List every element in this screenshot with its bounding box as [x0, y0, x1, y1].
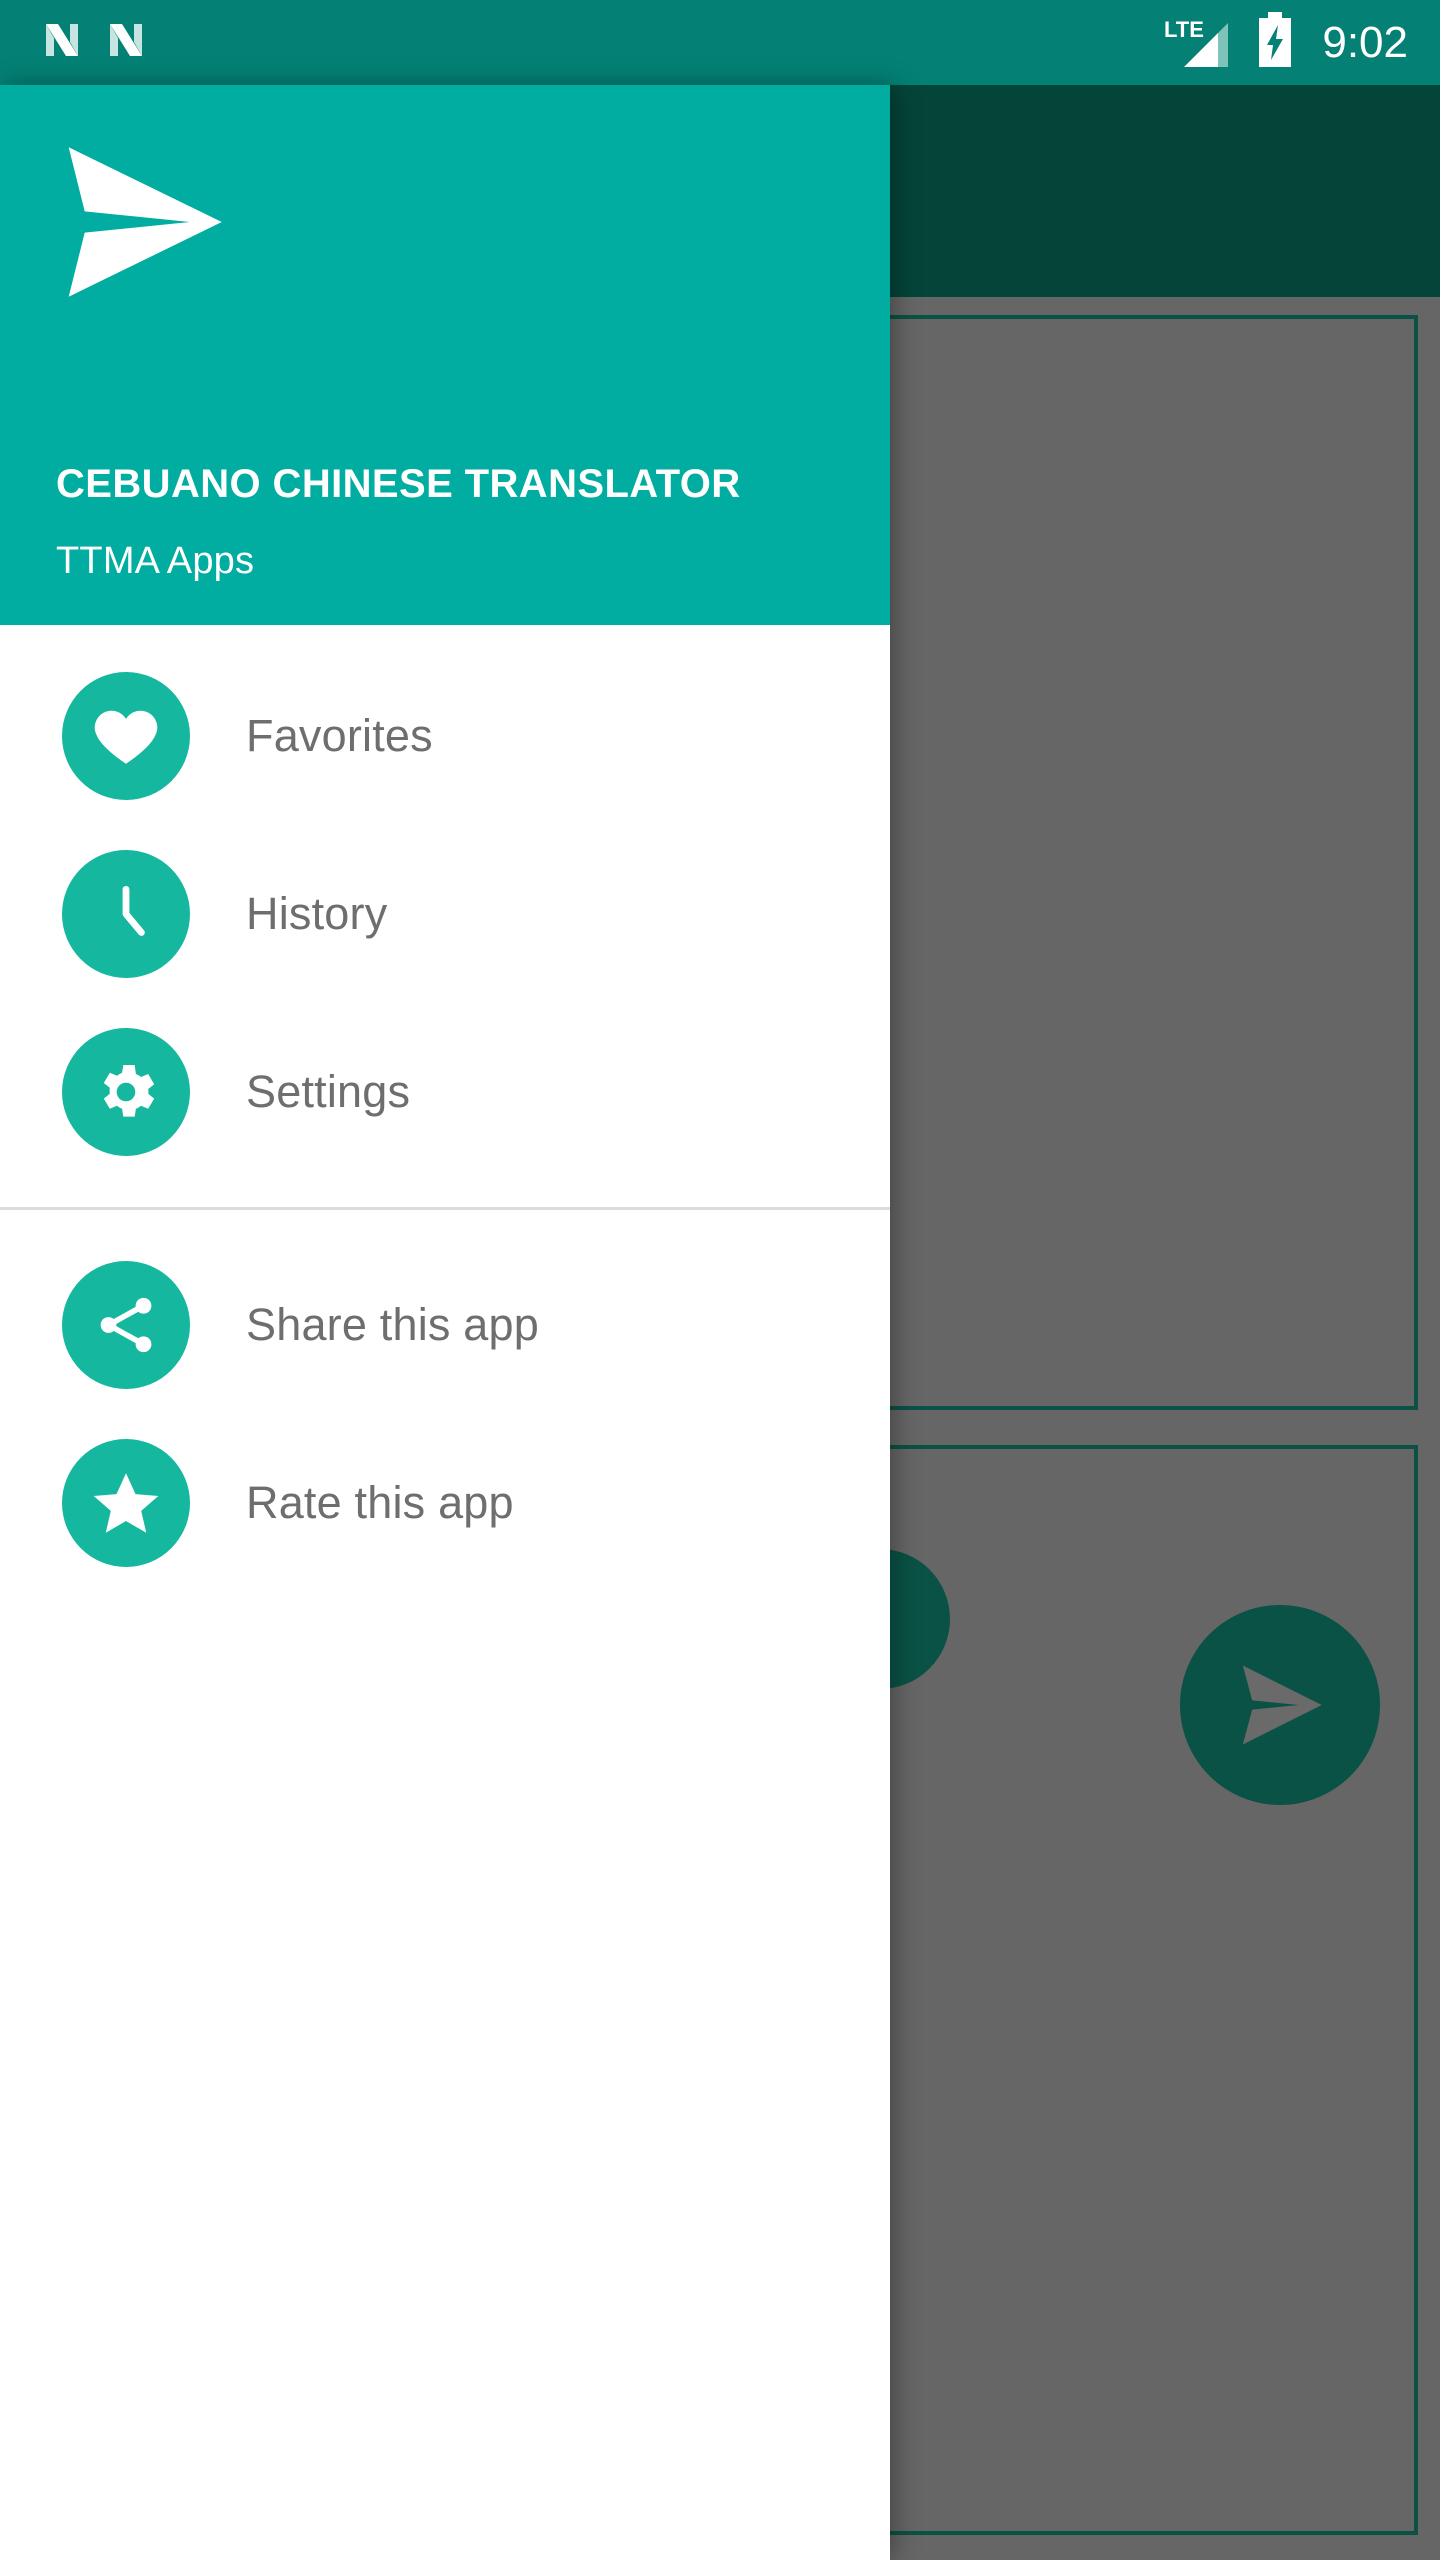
- drawer-item-history[interactable]: History: [0, 825, 890, 1003]
- send-icon: [1222, 1647, 1338, 1763]
- drawer-item-label: Share this app: [246, 1299, 539, 1350]
- signal-bars-icon: LTE: [1162, 15, 1234, 71]
- gear-icon: [62, 1028, 190, 1156]
- send-paper-plane-logo: [58, 147, 236, 315]
- status-bar-system-icons: LTE 9:02: [1162, 11, 1410, 74]
- svg-text:LTE: LTE: [1164, 17, 1204, 42]
- drawer-header: CEBUANO CHINESE TRANSLATOR TTMA Apps: [0, 85, 890, 625]
- drawer-menu: Favorites History Settings Share this ap…: [0, 625, 890, 1592]
- navigation-drawer[interactable]: CEBUANO CHINESE TRANSLATOR TTMA Apps Fav…: [0, 85, 890, 2560]
- status-bar-clock: 9:02: [1322, 17, 1408, 67]
- drawer-item-label: Rate this app: [246, 1477, 514, 1528]
- drawer-item-label: Favorites: [246, 710, 433, 761]
- drawer-divider: [0, 1207, 890, 1210]
- drawer-app-publisher: TTMA Apps: [56, 540, 255, 582]
- clock-icon: [62, 850, 190, 978]
- translate-send-button[interactable]: [1180, 1605, 1380, 1805]
- drawer-item-settings[interactable]: Settings: [0, 1003, 890, 1181]
- app-notification-icon: [100, 14, 152, 71]
- battery-charging-icon: [1254, 11, 1296, 74]
- drawer-item-rate-this-app[interactable]: Rate this app: [0, 1414, 890, 1592]
- drawer-item-label: Settings: [246, 1066, 411, 1117]
- heart-icon: [62, 672, 190, 800]
- status-bar: LTE 9:02: [0, 0, 1440, 85]
- star-icon: [62, 1439, 190, 1567]
- drawer-app-title: CEBUANO CHINESE TRANSLATOR: [56, 462, 741, 506]
- drawer-item-favorites[interactable]: Favorites: [0, 647, 890, 825]
- share-icon: [62, 1261, 190, 1389]
- drawer-item-label: History: [246, 888, 388, 939]
- drawer-item-share-this-app[interactable]: Share this app: [0, 1236, 890, 1414]
- status-bar-notifications: [36, 14, 152, 71]
- app-notification-icon: [36, 14, 88, 71]
